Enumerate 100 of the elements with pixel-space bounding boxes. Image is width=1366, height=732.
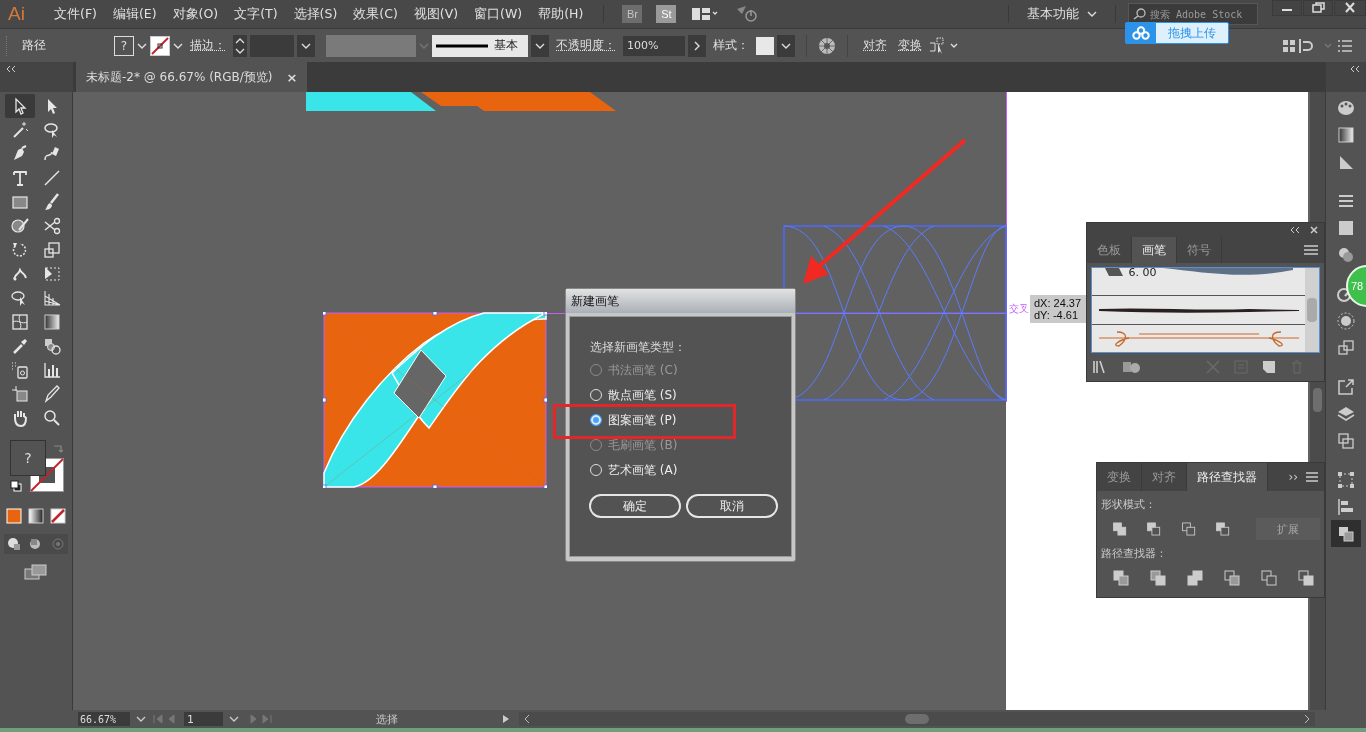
stepper-icon[interactable] — [233, 34, 247, 57]
shape-mode-icon[interactable] — [1145, 519, 1163, 539]
opacity-field[interactable]: 100% — [623, 35, 685, 56]
menu-item[interactable]: 视图(V) — [407, 5, 467, 23]
scrollbar-thumb[interactable] — [1307, 298, 1317, 322]
zoom-field[interactable]: 66.67% — [78, 712, 130, 726]
fill-swatch[interactable]: ? — [10, 440, 46, 476]
close-tab-button[interactable]: × — [286, 69, 298, 85]
default-colors-icon[interactable] — [10, 480, 22, 492]
menu-item[interactable]: 窗口(W) — [468, 5, 531, 23]
pathfinder-icon[interactable] — [1296, 568, 1316, 588]
radio-button[interactable] — [590, 414, 602, 426]
stroke-line-icon — [436, 42, 488, 49]
dialog-title: 新建画笔 — [571, 292, 619, 310]
draw-normal-icon[interactable] — [6, 536, 22, 552]
more-button[interactable]: ›› — [1288, 470, 1298, 484]
radio-label[interactable]: 散点画笔 (S) — [608, 388, 677, 402]
none-icon[interactable] — [50, 508, 66, 524]
menu-icon[interactable] — [1306, 472, 1318, 482]
style-swatch[interactable] — [756, 36, 774, 55]
menu-item[interactable]: 效果(C) — [347, 5, 406, 23]
collapse-icon[interactable] — [1350, 66, 1360, 72]
panel-button[interactable] — [1331, 520, 1361, 547]
cloud-icon — [1126, 22, 1156, 44]
tooltip-line: dY: -4.61 — [1034, 309, 1080, 321]
globe-icon[interactable] — [818, 36, 836, 55]
caret-icon[interactable] — [137, 42, 147, 49]
menu-icon[interactable] — [1304, 245, 1318, 255]
artboard-icon — [10, 384, 30, 404]
pathfinder-icon[interactable] — [1148, 568, 1168, 588]
pathfinder-icon[interactable] — [1259, 568, 1279, 588]
opacity-label[interactable]: 不透明度： — [556, 37, 616, 54]
shape-mode-icon[interactable] — [1179, 519, 1197, 539]
scroll-right-icon[interactable] — [1303, 714, 1311, 724]
menu-item[interactable]: 文字(T) — [228, 5, 286, 23]
search-icon — [1133, 8, 1147, 20]
free-transform-icon — [42, 264, 62, 284]
scrollbar-thumb[interactable] — [905, 714, 929, 724]
grid-icon[interactable] — [1282, 38, 1296, 53]
menu-icon[interactable] — [1338, 39, 1352, 52]
screen-mode-icon[interactable] — [24, 564, 48, 580]
chevron-icon[interactable] — [688, 34, 706, 57]
menu-item[interactable]: 选择(S) — [287, 5, 346, 23]
minimize-icon[interactable] — [1272, 0, 1302, 16]
collapse-icon[interactable] — [1290, 227, 1300, 233]
collapse-icon[interactable] — [6, 66, 16, 72]
new-brush-icon[interactable] — [1262, 360, 1276, 374]
shape-mode-icon[interactable] — [1111, 519, 1129, 539]
workspace-dropdown[interactable]: 基本功能 — [1021, 4, 1103, 24]
bar-chart-icon — [42, 360, 62, 380]
menu-item[interactable]: 对象(O) — [166, 5, 227, 23]
brush-dropdown[interactable]: 基本 — [432, 34, 528, 57]
play-icon[interactable] — [501, 714, 511, 724]
menu-item[interactable]: 文件(F) — [48, 5, 105, 23]
stroke-weight-field[interactable] — [250, 34, 294, 57]
scrollbar-thumb[interactable] — [1313, 388, 1322, 412]
panel-tab[interactable]: 变换 — [1097, 463, 1142, 491]
stroke-label[interactable]: 描边： — [190, 37, 226, 54]
caret-icon[interactable] — [531, 34, 549, 57]
knife-icon — [42, 384, 62, 404]
color-icon[interactable] — [6, 508, 22, 524]
pathfinder-icon[interactable] — [1111, 568, 1131, 588]
scroll-left-icon[interactable] — [523, 714, 531, 724]
radio-label[interactable]: 艺术画笔 (A) — [608, 463, 678, 477]
shape-mode-icon[interactable] — [1213, 519, 1232, 539]
pathfinder-icon[interactable] — [1185, 568, 1205, 588]
gradient-icon[interactable] — [28, 508, 44, 524]
transform-link[interactable]: 变换 — [898, 37, 922, 54]
radio-label[interactable]: 图案画笔 (P) — [608, 413, 677, 427]
caret-icon[interactable] — [297, 34, 315, 57]
panel-tab[interactable]: 符号 — [1177, 237, 1222, 263]
menu-item[interactable]: 帮助(H) — [532, 5, 592, 23]
search-field[interactable]: 搜索 Adobe Stock — [1128, 3, 1258, 25]
page-field[interactable]: 1 — [184, 712, 223, 726]
style-label: 样式： — [713, 37, 749, 54]
cancel-button[interactable]: 取消 — [686, 494, 778, 518]
align-link[interactable]: 对齐 — [863, 37, 887, 54]
restore-icon[interactable] — [1303, 0, 1333, 16]
brush-name: 基本 — [494, 37, 518, 54]
layout-icon[interactable] — [692, 7, 719, 21]
panel-tab[interactable]: 画笔 — [1132, 237, 1177, 263]
caret-icon[interactable] — [777, 34, 795, 57]
stroke-swatch[interactable] — [150, 35, 170, 56]
document-tab[interactable]: 未标题-2* @ 66.67% (RGB/预览) × — [76, 62, 308, 92]
sprayer-icon — [10, 360, 30, 380]
ok-button[interactable]: 确定 — [589, 494, 681, 518]
menu-item[interactable]: 编辑(E) — [106, 5, 165, 23]
panel-tab[interactable]: 路径查找器 — [1187, 463, 1268, 491]
power-icon[interactable] — [736, 5, 759, 23]
tool-button[interactable] — [5, 94, 35, 118]
mesh-icon — [10, 312, 30, 332]
pathfinder-icon[interactable] — [1222, 568, 1242, 588]
scissors-icon — [42, 216, 62, 236]
brush-icon — [42, 192, 62, 212]
close-icon[interactable] — [1334, 0, 1366, 16]
caret-icon[interactable] — [173, 42, 183, 49]
fill-swatch[interactable]: ? — [114, 35, 134, 56]
symbol-icon — [1336, 337, 1356, 358]
current-tool-label: 选择 — [375, 711, 399, 727]
cloud-libraries-icon[interactable] — [1123, 360, 1141, 374]
